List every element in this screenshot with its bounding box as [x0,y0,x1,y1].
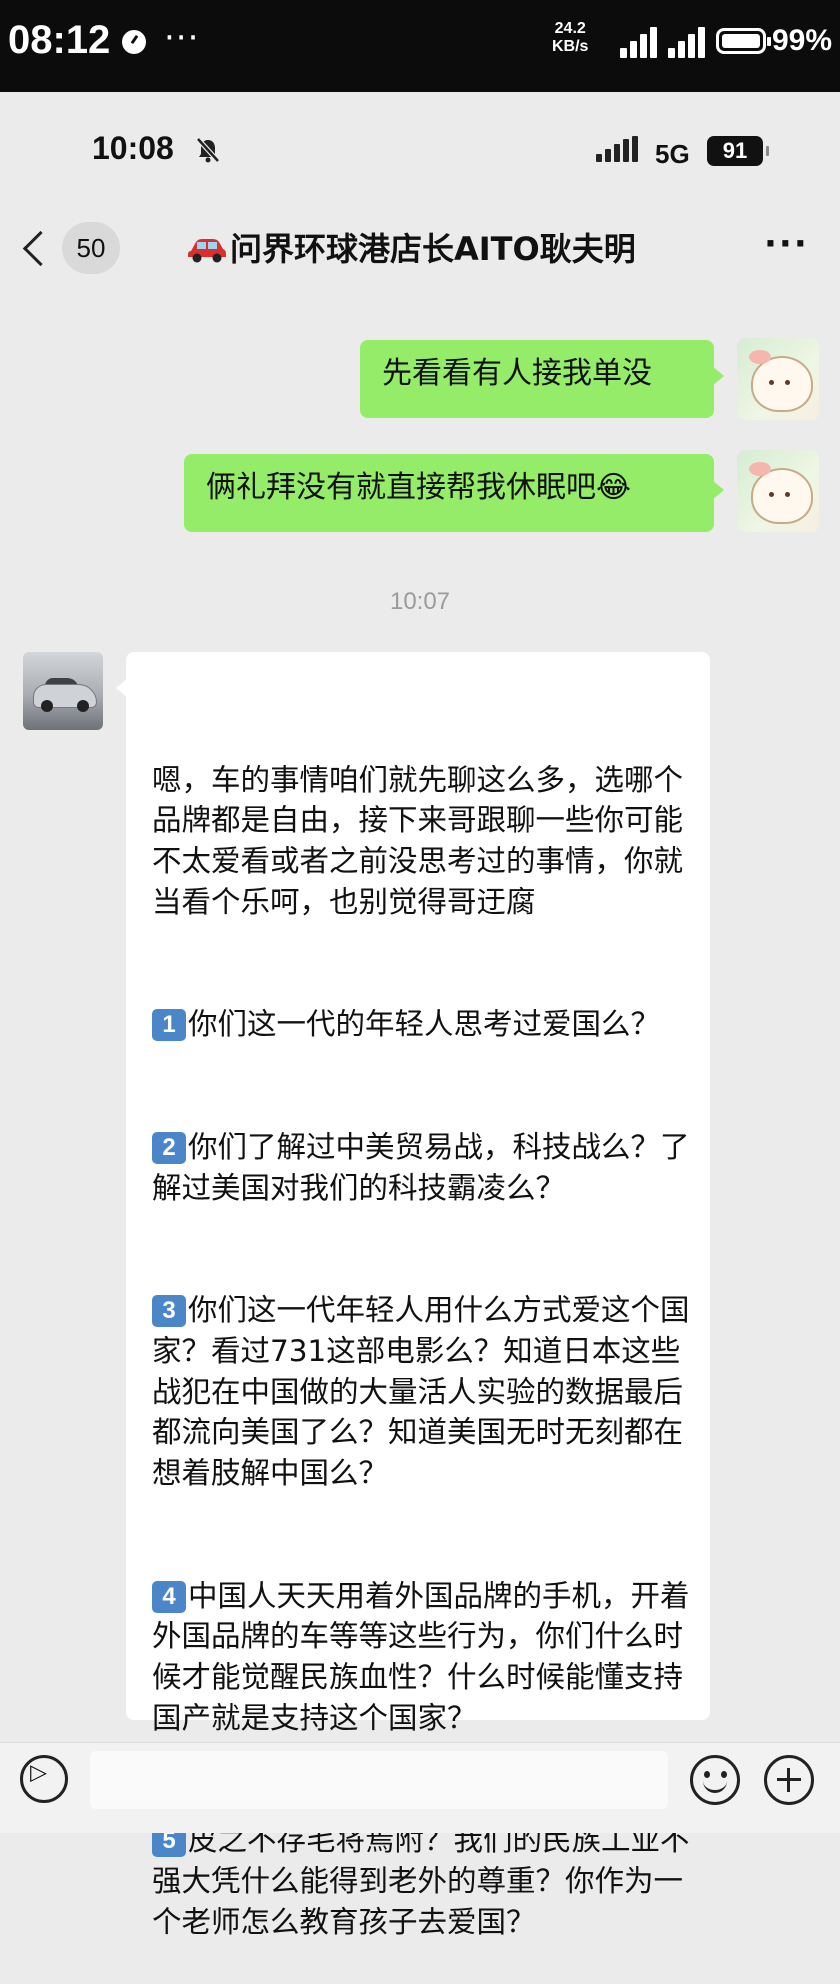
message-timestamp: 10:07 [389,588,451,615]
number-2-icon: 2 [152,1131,186,1164]
point-text: 中国人天天用着外国品牌的手机，开着外国品牌的车等等这些行为，你们什么时候才能觉醒… [152,1578,690,1735]
signal-icon [596,136,640,162]
message-input[interactable] [90,1751,668,1809]
inner-status-bar: 10:08 5G 91 [0,92,840,212]
signal-icon [620,24,664,58]
outgoing-message[interactable]: 先看看有人接我单没 [360,340,724,418]
message-point: 1 你们这一代的年轻人思考过爱国么？ [152,1004,690,1045]
point-text: 你们这一代年轻人用什么方式爱这个国家？看过731这部电影么？知道日本这些战犯在中… [152,1292,690,1491]
battery-percent: 99% [772,24,833,57]
inner-clock: 10:08 [92,130,174,166]
my-avatar[interactable] [737,450,819,532]
number-4-icon: 4 [152,1580,186,1613]
back-icon[interactable] [22,230,59,267]
incoming-message[interactable]: 嗯，车的事情咱们就先聊这么多，选哪个品牌都是自由，接下来哥跟聊一些你可能不太爱看… [116,652,710,1939]
point-text: 皮之不存毛将焉附？我们的民族工业不强大凭什么能得到老外的尊重？你作为一个老师怎么… [152,1823,690,1939]
voice-icon[interactable] [20,1755,68,1803]
outgoing-message[interactable]: 俩礼拜没有就直接帮我休眠吧😂 [184,454,724,532]
network-speed-unit: KB/s [552,38,589,55]
message-point: 2 你们了解过中美贸易战，科技战么？了解过美国对我们的科技霸凌么？ [152,1127,690,1209]
battery-icon: 91 [707,136,769,166]
signal-icon [668,24,712,58]
more-icon[interactable]: ··· [764,227,809,261]
unread-count-badge[interactable]: 50 [62,222,120,274]
clock-icon [122,30,146,54]
contact-avatar[interactable] [23,652,103,730]
message-point: 3 你们这一代年轻人用什么方式爱这个国家？看过731这部电影么？知道日本这些战犯在… [152,1290,690,1494]
chat-title: 问界环球港店长AITO耿夫明 [230,230,636,268]
point-text: 你们这一代的年轻人思考过爱国么？ [188,1007,661,1042]
plus-icon[interactable] [764,1755,814,1805]
message-point: 5 皮之不存毛将焉附？我们的民族工业不强大凭什么能得到老外的尊重？你作为一个老师怎… [152,1820,690,1942]
network-speed: 24.2 KB/s [552,20,588,56]
number-1-icon: 1 [152,1009,186,1042]
network-speed-value: 24.2 [554,20,586,37]
more-notifications-icon: ··· [164,18,200,58]
chat-input-bar [0,1742,840,1833]
point-text: 你们了解过中美贸易战，科技战么？了解过美国对我们的科技霸凌么？ [152,1129,690,1205]
chat-header: 50 问界环球港店长AITO耿夫明 ··· [0,212,840,302]
outer-clock: 08:12 [8,18,111,62]
mute-bell-icon [196,137,220,163]
battery-icon [716,28,771,54]
car-icon [188,239,226,263]
my-avatar[interactable] [737,338,819,420]
outer-status-bar: 08:12 ··· 24.2 KB/s 99% [0,0,840,92]
message-point: 4 中国人天天用着外国品牌的手机，开着外国品牌的车等等这些行为，你们什么时候才能觉… [152,1576,690,1739]
network-type: 5G [655,139,690,169]
number-3-icon: 3 [152,1294,186,1327]
emoji-icon[interactable] [690,1755,740,1805]
message-intro: 嗯，车的事情咱们就先聊这么多，选哪个品牌都是自由，接下来哥跟聊一些你可能不太爱看… [152,762,684,919]
